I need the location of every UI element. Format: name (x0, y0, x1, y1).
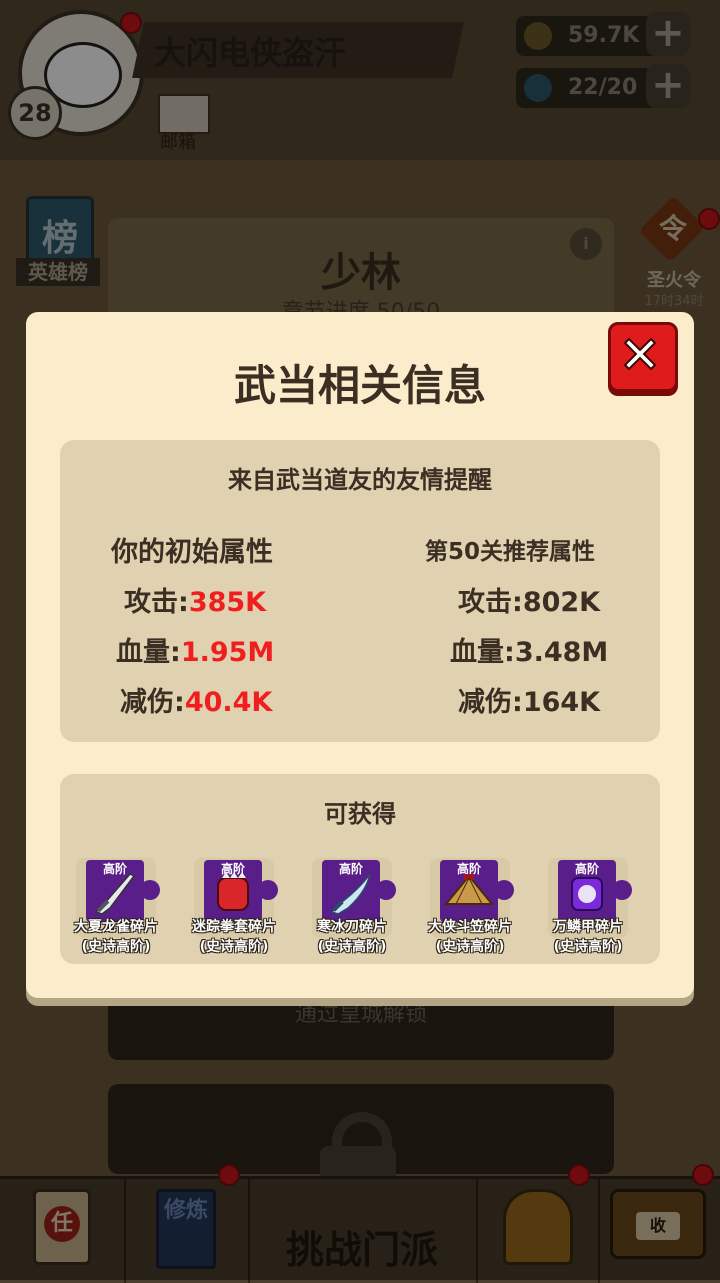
reward-name: 大侠斗笠碎片 (428, 919, 512, 935)
armor-icon (571, 877, 603, 911)
reward-rarity: (史诗高阶) (435, 939, 505, 955)
close-icon (623, 337, 657, 371)
reward-item[interactable]: 高阶 万鳞甲碎片 (史诗高阶) (542, 858, 646, 955)
reward-name: 万鳞甲碎片 (553, 919, 623, 935)
recommended-hp-row: 血量:3.48M (450, 630, 608, 669)
initial-attack-value: 385K (188, 587, 267, 618)
reward-name: 大夏龙雀碎片 (74, 919, 158, 935)
reward-rarity: (史诗高阶) (199, 939, 269, 955)
reward-rarity: (史诗高阶) (81, 939, 151, 955)
reward-rarity: (史诗高阶) (317, 939, 387, 955)
reward-item[interactable]: 高阶 寒冰刀碎片 (史诗高阶) (306, 858, 410, 955)
tip-header: 来自武当道友的友情提醒 (228, 466, 492, 494)
reward-name: 寒冰刀碎片 (317, 919, 387, 935)
stat-label: 血量: (450, 637, 515, 668)
rewards-panel: 可获得 高阶 大夏龙雀碎片 (史诗高阶) 高阶 迷踪拳套碎片 (史诗高阶) 高阶… (60, 774, 660, 964)
recommended-defense-row: 减伤:164K (458, 680, 600, 719)
initial-attack-row: 攻击:385K (124, 580, 266, 619)
attribute-panel: 来自武当道友的友情提醒 你的初始属性 第50关推荐属性 攻击:385K 血量:1… (60, 440, 660, 742)
recommended-defense-value: 164K (522, 687, 601, 718)
blade-icon (330, 873, 371, 915)
glove-icon (217, 872, 249, 911)
recommended-attack-row: 攻击:802K (458, 580, 600, 619)
reward-item[interactable]: 高阶 迷踪拳套碎片 (史诗高阶) (188, 858, 292, 955)
recommended-attr-header: 第50关推荐属性 (424, 539, 595, 565)
initial-attr-header: 你的初始属性 (111, 537, 273, 568)
stat-label: 血量: (116, 637, 181, 668)
close-button[interactable] (608, 322, 678, 392)
initial-hp-row: 血量:1.95M (116, 630, 274, 669)
recommended-hp-value: 3.48M (514, 637, 609, 668)
initial-defense-row: 减伤:40.4K (120, 680, 272, 719)
rewards-header: 可获得 (324, 800, 396, 828)
recommended-attack-value: 802K (522, 587, 601, 618)
initial-hp-value: 1.95M (180, 637, 275, 668)
stat-label: 攻击: (458, 587, 523, 618)
stat-label: 减伤: (120, 687, 185, 718)
reward-item[interactable]: 高阶 大侠斗笠碎片 (史诗高阶) (424, 858, 528, 955)
reward-item[interactable]: 高阶 大夏龙雀碎片 (史诗高阶) (70, 858, 174, 955)
stat-label: 减伤: (458, 687, 523, 718)
reward-rarity: (史诗高阶) (553, 939, 623, 955)
sword-icon (94, 873, 136, 915)
initial-defense-value: 40.4K (184, 687, 273, 718)
hat-icon (444, 874, 494, 905)
wudang-info-dialog: 武当相关信息 来自武当道友的友情提醒 你的初始属性 第50关推荐属性 攻击:38… (26, 312, 694, 998)
reward-name: 迷踪拳套碎片 (192, 919, 276, 935)
dialog-title: 武当相关信息 (233, 361, 486, 410)
stat-label: 攻击: (124, 587, 189, 618)
